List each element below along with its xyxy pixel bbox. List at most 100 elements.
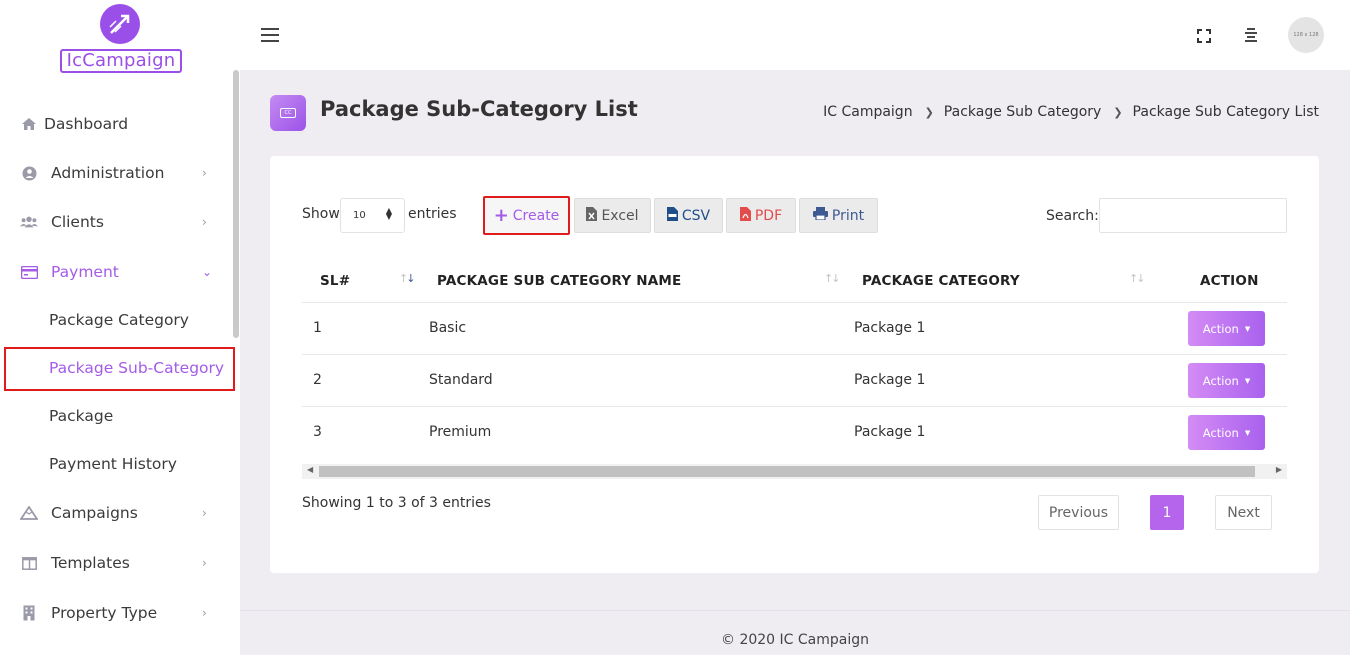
sidebar-item-templates[interactable]: Templates › <box>0 543 232 583</box>
print-button[interactable]: Print <box>799 198 878 233</box>
next-page-button[interactable]: Next <box>1215 495 1272 530</box>
footer-text: © 2020 IC Campaign <box>721 632 869 648</box>
sidebar-subitem-payment-history[interactable]: Payment History <box>49 455 177 473</box>
align-center-icon[interactable] <box>1244 27 1258 43</box>
footer-divider <box>240 610 1350 611</box>
page-icon: CC <box>270 95 306 131</box>
chevron-right-icon: › <box>202 556 207 570</box>
entries-label: entries <box>408 206 457 222</box>
hamburger-menu-icon[interactable] <box>261 28 279 42</box>
file-pdf-icon <box>739 206 751 225</box>
sidebar-item-label: Administration <box>51 164 165 182</box>
file-excel-icon <box>586 206 598 225</box>
users-icon <box>20 213 38 231</box>
page-icon-text: CC <box>280 108 296 118</box>
building-icon <box>20 604 38 622</box>
caret-down-icon: ▼ <box>1244 428 1251 437</box>
excel-button-label: Excel <box>601 207 639 224</box>
sidebar-item-label: Clients <box>51 213 104 231</box>
table-cell-sl: 2 <box>313 372 322 388</box>
avatar[interactable]: 128 x 128 <box>1288 17 1324 53</box>
scrollbar-thumb[interactable] <box>319 466 1255 477</box>
pdf-button[interactable]: PDF <box>726 198 796 233</box>
breadcrumb-item[interactable]: Package Sub Category <box>944 104 1102 122</box>
breadcrumb-item[interactable]: IC Campaign <box>823 104 912 122</box>
sidebar-subitem-package-category[interactable]: Package Category <box>49 311 189 329</box>
file-csv-icon <box>666 206 678 225</box>
search-input[interactable] <box>1099 198 1287 233</box>
action-label: Action <box>1202 321 1239 336</box>
table-divider <box>302 406 1287 407</box>
table-cell-category: Package 1 <box>854 320 926 336</box>
table-divider <box>302 302 1287 303</box>
caret-down-icon: ▼ <box>1244 376 1251 385</box>
sidebar-item-dashboard[interactable]: Dashboard <box>0 104 232 144</box>
action-label: Action <box>1202 425 1239 440</box>
sidebar-item-property-type[interactable]: Property Type › <box>0 593 232 633</box>
sidebar-item-clients[interactable]: Clients › <box>0 202 232 242</box>
table-cell-category: Package 1 <box>854 424 926 440</box>
topbar: 128 x 128 <box>240 0 1350 70</box>
sidebar-item-label: Campaigns <box>51 504 138 522</box>
previous-page-button[interactable]: Previous <box>1038 495 1119 530</box>
csv-button-label: CSV <box>681 207 711 224</box>
excel-button[interactable]: Excel <box>574 198 651 233</box>
sort-icon[interactable]: ↑↓ <box>824 272 841 285</box>
sidebar-scrollbar[interactable] <box>233 70 239 338</box>
create-button[interactable]: + Create <box>483 196 570 235</box>
chevron-right-icon: › <box>202 166 207 180</box>
breadcrumb: IC Campaign ❯ Package Sub Category ❯ Pac… <box>823 104 1319 122</box>
sidebar-item-label: Payment <box>51 263 119 281</box>
content-card: Show 10 ▲ ▼ entries + Create Excel CSV PD… <box>270 156 1319 573</box>
page-number-button[interactable]: 1 <box>1150 495 1184 530</box>
pdf-button-label: PDF <box>754 207 783 224</box>
chevron-right-icon: ❯ <box>924 106 934 119</box>
credit-card-icon <box>20 263 38 281</box>
sidebar: IcCampaign Dashboard Administration › Cl… <box>0 0 240 655</box>
app-logo[interactable]: IcCampaign <box>60 4 182 73</box>
print-button-label: Print <box>831 207 865 224</box>
table-cell-category: Package 1 <box>854 372 926 388</box>
table-divider <box>302 354 1287 355</box>
sidebar-item-payment[interactable]: Payment ⌄ <box>0 252 232 292</box>
table-cell-name: Basic <box>429 320 467 336</box>
chevron-right-icon: › <box>202 606 207 620</box>
chevron-right-icon: › <box>202 506 207 520</box>
sort-icon[interactable]: ↑↓ <box>1129 272 1146 285</box>
select-arrows-icon: ▲ ▼ <box>385 206 392 221</box>
table-cell-sl: 3 <box>313 424 322 440</box>
chevron-right-icon: › <box>202 215 207 229</box>
mountain-icon <box>20 504 38 522</box>
chevron-right-icon: ❯ <box>1113 106 1123 119</box>
action-dropdown-button[interactable]: Action ▼ <box>1188 311 1265 346</box>
highlight-box <box>4 347 235 391</box>
home-icon <box>20 115 38 133</box>
scroll-right-arrow-icon[interactable]: ▶ <box>1276 465 1282 474</box>
sidebar-item-administration[interactable]: Administration › <box>0 153 232 193</box>
sort-desc-icon[interactable]: ↑↓ <box>399 272 416 285</box>
column-header-sl[interactable]: SL# <box>320 273 350 289</box>
csv-button[interactable]: CSV <box>654 198 723 233</box>
action-label: Action <box>1202 373 1239 388</box>
sidebar-item-label: Property Type <box>51 604 158 622</box>
sidebar-subitem-package[interactable]: Package <box>49 407 113 425</box>
print-icon <box>812 207 828 224</box>
page-title: Package Sub-Category List <box>320 97 638 121</box>
create-button-label: Create <box>512 207 560 224</box>
show-label: Show <box>302 206 340 222</box>
sidebar-item-campaigns[interactable]: Campaigns › <box>0 493 232 533</box>
scroll-left-arrow-icon[interactable]: ◀ <box>307 465 313 474</box>
table-cell-name: Standard <box>429 372 493 388</box>
columns-icon <box>20 554 38 572</box>
action-dropdown-button[interactable]: Action ▼ <box>1188 363 1265 398</box>
entries-select-value: 10 <box>353 210 366 221</box>
entries-select[interactable]: 10 ▲ ▼ <box>340 198 405 233</box>
column-header-sub-category-name[interactable]: PACKAGE SUB CATEGORY NAME <box>437 273 681 289</box>
column-header-package-category[interactable]: PACKAGE CATEGORY <box>862 273 1020 289</box>
plus-icon: + <box>493 204 509 226</box>
action-dropdown-button[interactable]: Action ▼ <box>1188 415 1265 450</box>
fullscreen-icon[interactable] <box>1197 28 1211 43</box>
column-header-action: ACTION <box>1200 273 1259 289</box>
user-circle-icon <box>20 164 38 182</box>
table-horizontal-scrollbar[interactable]: ◀ ▶ <box>302 464 1287 479</box>
